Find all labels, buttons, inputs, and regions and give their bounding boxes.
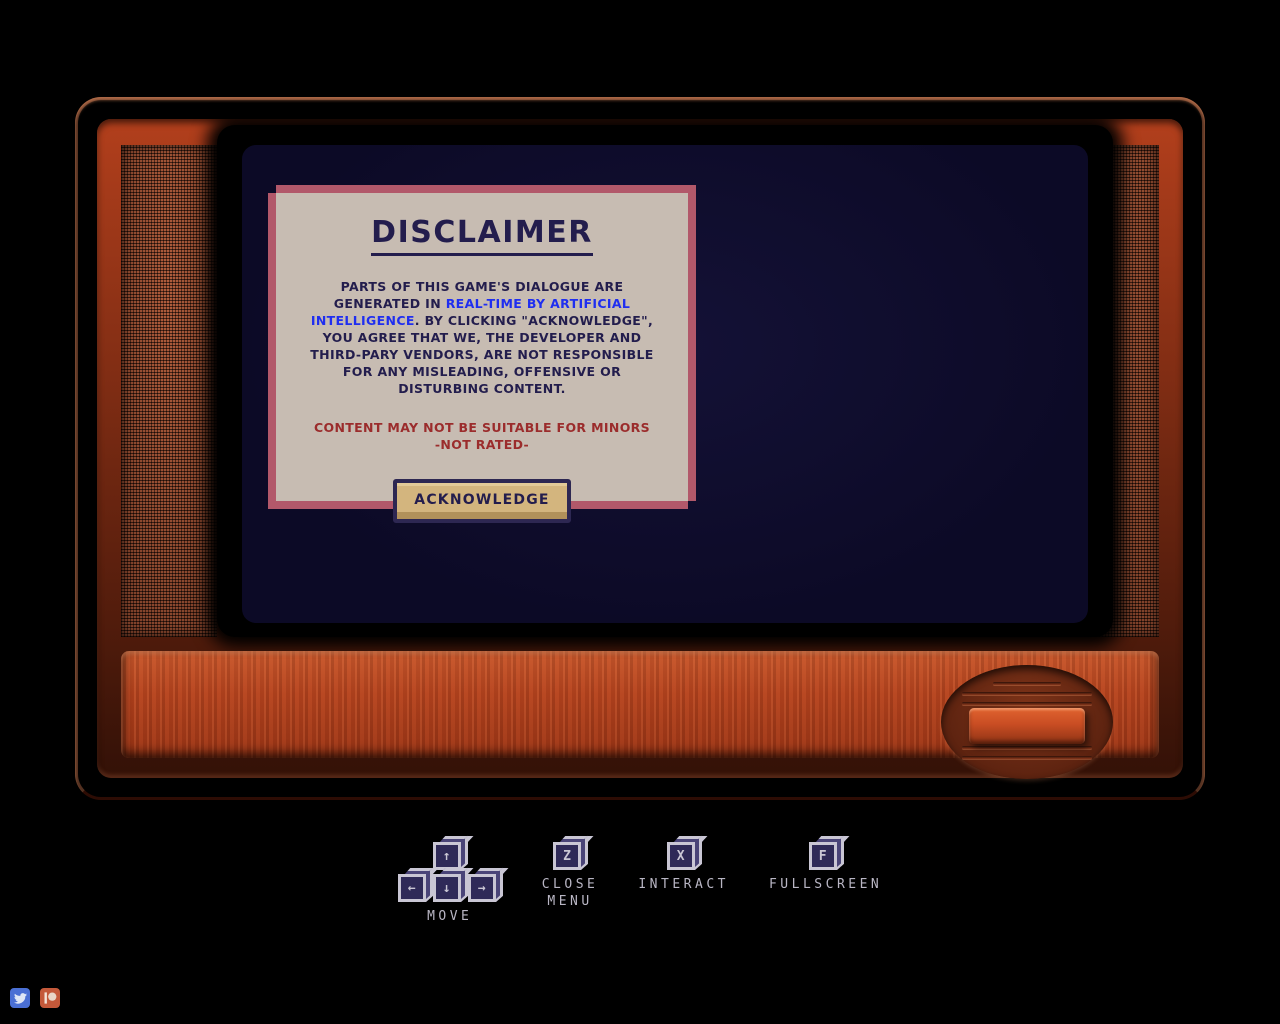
dial-slider-handle[interactable] [969, 708, 1085, 744]
hint-move-label: MOVE [427, 909, 473, 924]
acknowledge-button[interactable]: ACKNOWLEDGE [393, 479, 571, 523]
dial-groove [992, 682, 1062, 685]
key-side-face [836, 835, 844, 870]
key-arrow-left-label: ← [397, 874, 426, 902]
dial-groove [961, 746, 1093, 749]
retro-television-cabinet: DISCLAIMER PARTS OF THIS GAME'S DIALOGUE… [75, 97, 1205, 800]
key-side-face [460, 835, 468, 870]
dialog-panel: DISCLAIMER PARTS OF THIS GAME'S DIALOGUE… [276, 193, 688, 523]
hint-close-menu: Z CLOSE MENU [542, 835, 599, 910]
hint-close-menu-label: CLOSE MENU [542, 876, 599, 910]
key-side-face [495, 867, 503, 902]
hint-fullscreen: F FULLSCREEN [768, 835, 883, 893]
key-arrow-left[interactable]: ← [397, 867, 439, 902]
key-arrow-down-label: ↓ [432, 874, 461, 902]
key-side-face [425, 867, 433, 902]
hint-interact-label: INTERACT [638, 877, 729, 892]
app-root: DISCLAIMER PARTS OF THIS GAME'S DIALOGUE… [0, 0, 1280, 1024]
control-hints: ↑ ← ↓ → MOVE Z CLOSE MENU X INTERACT F F… [0, 835, 1280, 946]
key-f[interactable]: F [808, 835, 849, 870]
key-side-face [460, 867, 468, 902]
patreon-icon[interactable] [40, 988, 60, 1008]
dial-groove [961, 692, 1093, 695]
dialog-title: DISCLAIMER [371, 215, 593, 256]
key-x-label: X [666, 842, 695, 870]
key-side-face [581, 835, 589, 870]
key-x[interactable]: X [666, 835, 707, 870]
cabinet-lower-panel [121, 651, 1159, 779]
hint-close-menu-line-2: MENU [547, 894, 593, 909]
dial-groove [961, 756, 1093, 759]
volume-dial[interactable] [941, 665, 1113, 779]
warning-line-2: -NOT RATED- [434, 437, 530, 452]
key-side-face [694, 835, 702, 870]
key-arrow-down[interactable]: ↓ [432, 867, 474, 902]
hint-move: ↑ ← ↓ → MOVE [397, 835, 509, 925]
key-z[interactable]: Z [553, 835, 594, 870]
dialog-warning: CONTENT MAY NOT BE SUITABLE FOR MINORS -… [294, 419, 670, 453]
key-f-label: F [808, 842, 837, 870]
key-arrow-up[interactable]: ↑ [432, 835, 474, 870]
crt-screen: DISCLAIMER PARTS OF THIS GAME'S DIALOGUE… [242, 145, 1088, 623]
social-links [10, 988, 60, 1008]
hint-interact: X INTERACT [638, 835, 729, 893]
screen-bezel: DISCLAIMER PARTS OF THIS GAME'S DIALOGUE… [217, 125, 1113, 637]
dialog-body-text: PARTS OF THIS GAME'S DIALOGUE ARE GENERA… [294, 278, 670, 397]
key-arrow-right-label: → [467, 874, 496, 902]
twitter-icon[interactable] [10, 988, 30, 1008]
arrow-key-cluster: ↑ ← ↓ → [397, 835, 509, 902]
dial-groove [961, 702, 1093, 705]
key-arrow-right[interactable]: → [467, 867, 509, 902]
acknowledge-button-wrap: ACKNOWLEDGE [294, 479, 670, 523]
speaker-grille-left [121, 145, 217, 637]
cabinet-inner-well: DISCLAIMER PARTS OF THIS GAME'S DIALOGUE… [97, 119, 1183, 779]
warning-line-1: CONTENT MAY NOT BE SUITABLE FOR MINORS [313, 420, 651, 435]
key-arrow-up-label: ↑ [432, 842, 461, 870]
hint-close-menu-line-1: CLOSE [541, 877, 599, 892]
hint-fullscreen-label: FULLSCREEN [768, 877, 883, 892]
key-z-label: Z [553, 842, 582, 870]
disclaimer-dialog: DISCLAIMER PARTS OF THIS GAME'S DIALOGUE… [242, 145, 1088, 623]
